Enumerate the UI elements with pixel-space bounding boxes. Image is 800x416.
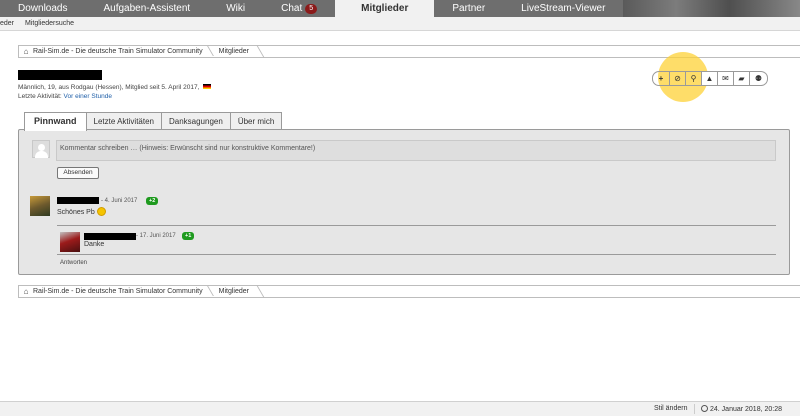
nav-tab-downloads[interactable]: Downloads	[0, 0, 85, 17]
follow-button[interactable]: +	[652, 71, 670, 86]
breadcrumb-item-members[interactable]: Mitglieder	[211, 48, 257, 55]
profile-tabs: Pinnwand Letzte Aktivitäten Danksagungen…	[24, 112, 283, 131]
post-text-row: Schönes Pb	[57, 207, 106, 216]
nav-tab-label: Wiki	[226, 3, 246, 14]
breadcrumb-item-community[interactable]: Rail-Sim.de - Die deutsche Train Simulat…	[33, 48, 211, 55]
reply-text: Danke	[84, 241, 105, 248]
breadcrumb-item-members[interactable]: Mitglieder	[211, 288, 257, 295]
profile-meta-text: Männlich, 19, aus Rodgau (Hessen), Mitgl…	[18, 84, 200, 91]
germany-flag-icon	[203, 84, 212, 89]
nav-tab-chat[interactable]: Chat 5	[263, 0, 335, 17]
nav-tab-label: Downloads	[18, 3, 68, 14]
post-author-avatar[interactable]	[30, 196, 50, 216]
profile-meta: Männlich, 19, aus Rodgau (Hessen), Mitgl…	[18, 84, 212, 91]
comment-input[interactable]: Kommentar schreiben … (Hinweis: Erwünsch…	[56, 140, 776, 161]
reply-date: - 17. Juni 2017	[136, 233, 176, 239]
nav-tab-partner[interactable]: Partner	[434, 0, 503, 17]
nav-tab-label: Aufgaben-Assistent	[103, 3, 191, 14]
answer-link[interactable]: Antworten	[60, 260, 87, 266]
nav-tab-label: Partner	[452, 3, 486, 14]
mail-icon: ✉	[722, 74, 729, 83]
ignore-button[interactable]: ⊘	[670, 71, 686, 86]
ban-icon: ⊘	[674, 74, 681, 83]
change-style-link[interactable]: Stil ändern	[654, 405, 687, 412]
users-icon: ⚉	[754, 74, 763, 83]
reply-author-redacted[interactable]	[84, 233, 136, 240]
clock-icon	[701, 405, 708, 412]
warning-icon: ▲	[705, 74, 714, 83]
nav-tab-livestream-viewer[interactable]: LiveStream-Viewer	[503, 0, 623, 17]
tab-ueber-mich[interactable]: Über mich	[229, 112, 283, 130]
tab-pinnwand[interactable]: Pinnwand	[24, 112, 87, 131]
footer-clock: 24. Januar 2018, 20:28	[701, 405, 782, 413]
search-icon: ⚲	[690, 74, 697, 83]
report-button[interactable]: ▲	[702, 71, 718, 86]
tab-danksagungen[interactable]: Danksagungen	[160, 112, 231, 130]
search-content-button[interactable]: ⚲	[686, 71, 702, 86]
smiley-icon	[96, 207, 106, 216]
reply-like-badge: +1	[182, 232, 195, 240]
activity-label: Letzte Aktivität:	[18, 93, 62, 100]
tab-letzte-aktivitaeten[interactable]: Letzte Aktivitäten	[85, 112, 162, 130]
conversation-button[interactable]: ▰	[734, 71, 750, 86]
post-like-badge: +2	[146, 197, 159, 205]
profile-username-redacted	[18, 70, 102, 80]
user-avatar-placeholder	[32, 140, 50, 158]
header-banner-image	[623, 0, 800, 17]
send-message-button[interactable]: ✉	[718, 71, 734, 86]
breadcrumb-item-community[interactable]: Rail-Sim.de - Die deutsche Train Simulat…	[33, 288, 211, 295]
home-icon[interactable]: ⌂	[19, 47, 33, 56]
nav-tab-wiki[interactable]: Wiki	[208, 0, 263, 17]
subnav-item-member-search[interactable]: Mitgliedersuche	[25, 20, 74, 27]
home-icon[interactable]: ⌂	[19, 287, 33, 296]
reply-divider	[57, 225, 776, 226]
chat-count-badge: 5	[305, 4, 318, 14]
plus-icon: +	[658, 74, 664, 83]
footer-datetime: 24. Januar 2018, 20:28	[710, 406, 783, 413]
post-date: - 4. Juni 2017	[101, 198, 138, 204]
answer-divider	[57, 254, 776, 255]
nav-tab-aufgaben-assistent[interactable]: Aufgaben-Assistent	[85, 0, 208, 17]
footer-separator	[694, 404, 695, 414]
nav-tab-label: LiveStream-Viewer	[521, 3, 606, 14]
chat-icon: ▰	[738, 74, 745, 83]
nav-tab-label: Mitglieder	[361, 3, 409, 14]
reply-author-avatar[interactable]	[60, 232, 80, 252]
breadcrumb-bottom: ⌂ Rail-Sim.de - Die deutsche Train Simul…	[18, 285, 800, 298]
nav-tab-mitglieder[interactable]: Mitglieder	[335, 0, 435, 17]
friends-button[interactable]: ⚉	[750, 71, 768, 86]
activity-value-link[interactable]: Vor einer Stunde	[64, 93, 112, 100]
subnav-item-members[interactable]: eder	[0, 20, 14, 27]
submit-comment-button[interactable]: Absenden	[57, 167, 99, 179]
main-navigation: Downloads Aufgaben-Assistent Wiki Chat 5 …	[0, 0, 800, 17]
footer-bar: Stil ändern 24. Januar 2018, 20:28	[0, 401, 800, 416]
profile-action-buttons: + ⊘ ⚲ ▲ ✉ ▰ ⚉	[652, 71, 768, 86]
profile-last-activity: Letzte Aktivität: Vor einer Stunde	[18, 93, 112, 100]
sub-navigation: eder Mitgliedersuche	[0, 17, 800, 31]
post-author-redacted[interactable]	[57, 197, 99, 204]
nav-tab-label: Chat	[281, 3, 303, 14]
post-text: Schönes Pb	[57, 209, 95, 216]
